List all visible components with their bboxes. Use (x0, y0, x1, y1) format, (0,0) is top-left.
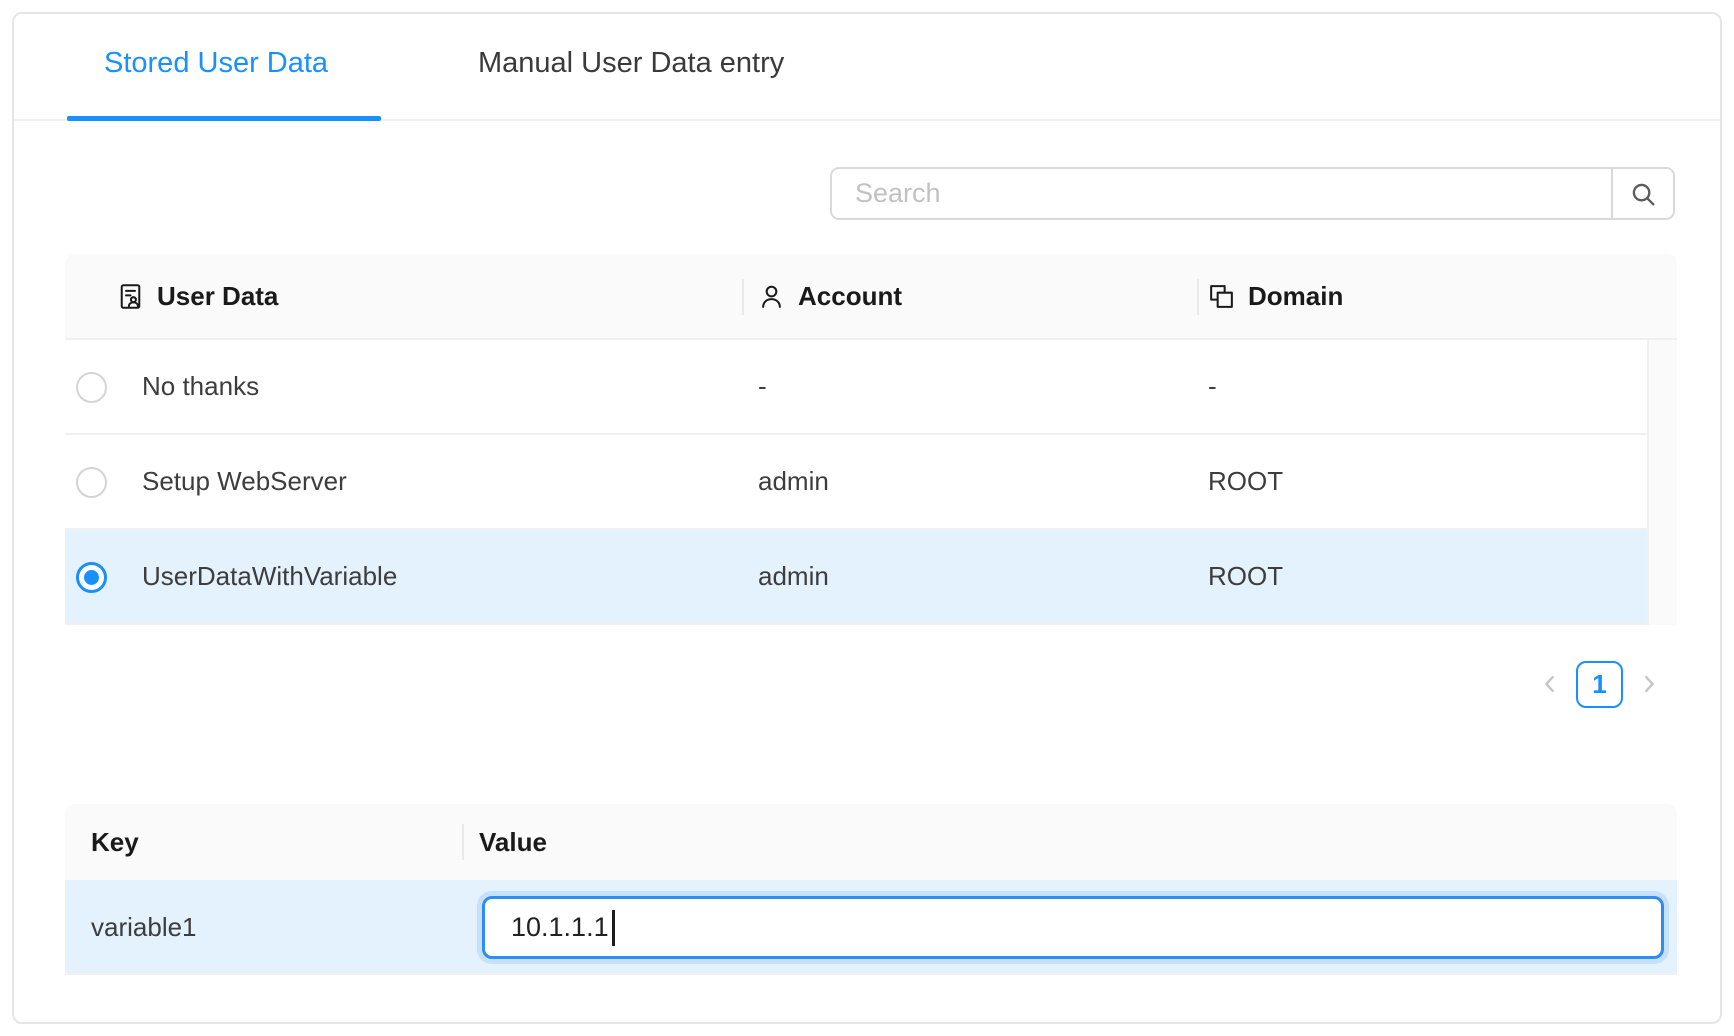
variable-value-input[interactable]: 10.1.1.1 (482, 896, 1664, 959)
pagination-prev-button[interactable] (1538, 672, 1562, 696)
variables-table: Key Value variable1 10.1.1.1 (65, 804, 1677, 975)
header-separator (742, 279, 744, 315)
column-header-account: Account (758, 254, 902, 338)
account-icon (758, 283, 785, 310)
active-tab-indicator (67, 116, 381, 121)
table-header: User Data Account (65, 254, 1677, 340)
cell-user-data: No thanks (142, 340, 259, 433)
search-input[interactable] (832, 169, 1611, 218)
text-cursor (612, 910, 615, 946)
search-icon (1629, 180, 1657, 208)
tab-manual-user-data-entry[interactable]: Manual User Data entry (478, 47, 784, 80)
variables-table-header: Key Value (65, 804, 1677, 880)
scrollbar-gutter[interactable] (1647, 340, 1677, 625)
column-label-user-data: User Data (157, 254, 278, 338)
pagination: 1 (1538, 660, 1661, 708)
cell-user-data: UserDataWithVariable (142, 530, 397, 623)
cell-account: admin (758, 530, 829, 623)
column-header-domain: Domain (1208, 254, 1343, 338)
pagination-page-1[interactable]: 1 (1576, 661, 1623, 708)
table-row-no-thanks[interactable]: No thanks - - (65, 340, 1647, 435)
radio-button[interactable] (76, 562, 107, 593)
variable-row: variable1 10.1.1.1 (65, 880, 1677, 975)
table-row-setup-webserver[interactable]: Setup WebServer admin ROOT (65, 435, 1647, 530)
cell-account: - (758, 340, 767, 433)
header-separator (1197, 279, 1199, 315)
chevron-right-icon (1638, 673, 1660, 695)
user-data-panel: Stored User Data Manual User Data entry (12, 12, 1722, 1024)
radio-button[interactable] (76, 467, 107, 498)
search-box (830, 167, 1675, 220)
column-label-domain: Domain (1248, 254, 1343, 338)
search-button[interactable] (1611, 169, 1673, 218)
table-row-userdatawithvariable[interactable]: UserDataWithVariable admin ROOT (65, 530, 1647, 625)
cell-account: admin (758, 435, 829, 528)
cell-domain: ROOT (1208, 435, 1283, 528)
column-header-key: Key (91, 804, 139, 880)
chevron-left-icon (1539, 673, 1561, 695)
column-header-user-data: User Data (117, 254, 278, 338)
tab-stored-user-data[interactable]: Stored User Data (104, 47, 328, 80)
stored-user-data-table: User Data Account (65, 254, 1677, 625)
header-separator (462, 824, 464, 860)
cell-domain: ROOT (1208, 530, 1283, 623)
column-header-value: Value (479, 804, 547, 880)
column-label-account: Account (798, 254, 902, 338)
user-data-icon (117, 283, 144, 310)
variable-key-label: variable1 (91, 880, 197, 975)
domain-icon (1208, 283, 1235, 310)
table-body: No thanks - - Setup WebServer admin ROOT… (65, 340, 1677, 625)
radio-button[interactable] (76, 372, 107, 403)
screen: Stored User Data Manual User Data entry (0, 0, 1734, 1036)
cell-domain: - (1208, 340, 1217, 433)
variable-value-text: 10.1.1.1 (511, 912, 609, 943)
cell-user-data: Setup WebServer (142, 435, 347, 528)
pagination-next-button[interactable] (1637, 672, 1661, 696)
